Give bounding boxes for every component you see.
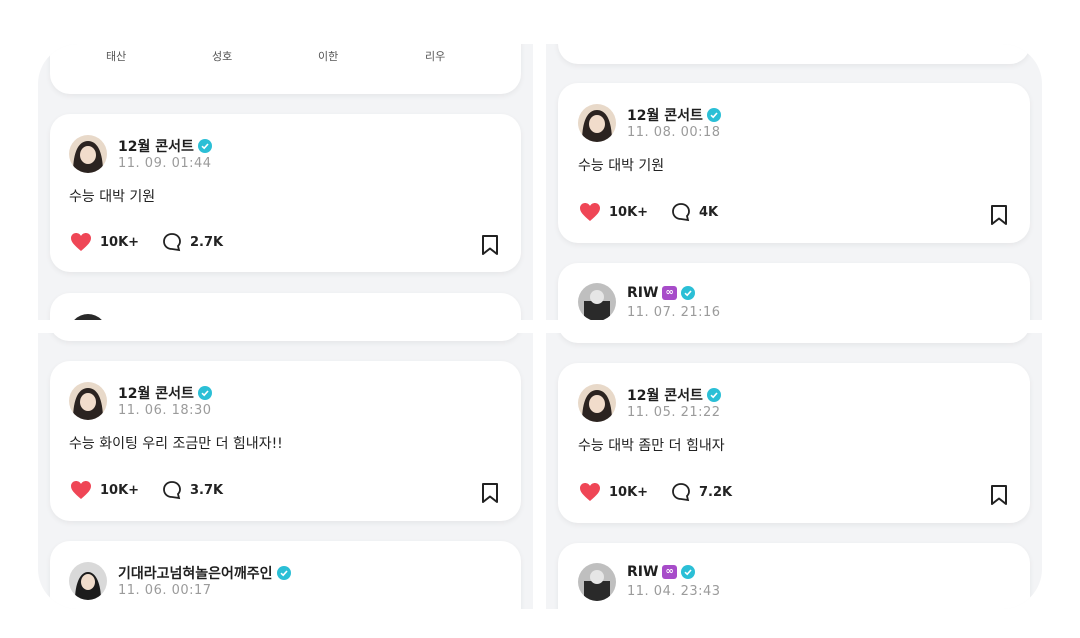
author-name-text: RIW	[627, 285, 659, 301]
member-label[interactable]: 이한	[318, 48, 338, 64]
post-card[interactable]	[558, 44, 1030, 64]
verified-icon	[197, 139, 212, 153]
heart-icon	[71, 481, 91, 499]
like-count: 10K+	[100, 234, 140, 250]
avatar[interactable]	[69, 382, 107, 420]
author-name-text: 12월 콘서트	[118, 139, 194, 155]
badge-icon: ∞	[662, 286, 677, 300]
heart-icon	[580, 483, 600, 501]
avatar[interactable]	[578, 384, 616, 422]
post-card[interactable]	[50, 333, 521, 341]
comment-button[interactable]: 2.7K	[162, 232, 223, 252]
comment-icon	[672, 483, 690, 502]
comment-button[interactable]: 4K	[671, 202, 718, 222]
post-card[interactable]: 기대라고넘혀놀은어깨주인 11. 06. 00:17	[50, 541, 521, 609]
like-button[interactable]: 10K+	[70, 232, 139, 252]
bookmark-icon[interactable]	[481, 234, 499, 256]
feed-panel-bottom-left: 12월 콘서트 11. 06. 18:30 수능 화이팅 우리 조금만 더 힘내…	[38, 333, 533, 609]
verified-icon	[197, 386, 212, 400]
post-text: 수능 대박 기원	[69, 189, 156, 205]
like-button[interactable]: 10K+	[579, 202, 648, 222]
author-name-text: 12월 콘서트	[627, 388, 703, 404]
post-card[interactable]	[558, 333, 1030, 343]
author-name[interactable]: 12월 콘서트	[627, 385, 721, 405]
post-card[interactable]: 12월 콘서트 11. 05. 21:22 수능 대박 좀만 더 힘내자 10K…	[558, 363, 1030, 523]
verified-icon	[706, 388, 721, 402]
like-count: 10K+	[609, 484, 649, 500]
like-button[interactable]: 10K+	[70, 480, 139, 500]
post-card[interactable]: 12월 콘서트 11. 08. 00:18 수능 대박 기원 10K+ 4K	[558, 83, 1030, 243]
like-button[interactable]: 10K+	[579, 482, 648, 502]
post-time: 11. 09. 01:44	[118, 156, 212, 171]
verified-icon	[680, 565, 695, 579]
post-card[interactable]	[50, 293, 521, 320]
member-list-card: 태산 성호 이한 리우	[50, 44, 521, 94]
bookmark-icon[interactable]	[990, 484, 1008, 506]
bookmark-icon[interactable]	[481, 482, 499, 504]
post-card[interactable]: 12월 콘서트 11. 06. 18:30 수능 화이팅 우리 조금만 더 힘내…	[50, 361, 521, 521]
verified-icon	[276, 566, 291, 580]
post-time: 11. 07. 21:16	[627, 305, 721, 320]
heart-icon	[580, 203, 600, 221]
avatar[interactable]	[69, 135, 107, 173]
badge-icon: ∞	[662, 565, 677, 579]
author-name-text: 12월 콘서트	[627, 108, 703, 124]
avatar[interactable]	[578, 283, 616, 320]
comment-count: 4K	[699, 204, 719, 220]
avatar[interactable]	[578, 104, 616, 142]
post-text: 수능 화이팅 우리 조금만 더 힘내자!!	[69, 436, 283, 452]
avatar[interactable]	[69, 314, 107, 320]
comment-icon	[163, 233, 181, 252]
comment-count: 7.2K	[699, 484, 733, 500]
heart-icon	[71, 233, 91, 251]
post-text: 수능 대박 기원	[578, 158, 665, 174]
author-name-text: 12월 콘서트	[118, 386, 194, 402]
like-count: 10K+	[100, 482, 140, 498]
author-name[interactable]: 12월 콘서트	[627, 105, 721, 125]
avatar[interactable]	[578, 563, 616, 601]
post-text: 수능 대박 좀만 더 힘내자	[578, 438, 725, 454]
author-name-text: RIW	[627, 564, 659, 580]
feed-panel-top-left: 태산 성호 이한 리우 12월 콘서트 11. 09. 01:44 수능 대박 …	[38, 44, 533, 320]
post-card[interactable]: RIW ∞ 11. 07. 21:16	[558, 263, 1030, 320]
post-card[interactable]: 12월 콘서트 11. 09. 01:44 수능 대박 기원 10K+ 2.7K	[50, 114, 521, 272]
post-time: 11. 04. 23:43	[627, 584, 721, 599]
member-label[interactable]: 성호	[212, 48, 232, 64]
post-time: 11. 06. 18:30	[118, 403, 212, 418]
author-name[interactable]: RIW ∞	[627, 285, 695, 301]
author-name-text: 기대라고넘혀놀은어깨주인	[118, 566, 273, 582]
comment-count: 2.7K	[190, 234, 224, 250]
comment-count: 3.7K	[190, 482, 224, 498]
like-count: 10K+	[609, 204, 649, 220]
post-time: 11. 05. 21:22	[627, 405, 721, 420]
member-label[interactable]: 리우	[425, 48, 445, 64]
feed-panel-top-right: 12월 콘서트 11. 08. 00:18 수능 대박 기원 10K+ 4K R…	[546, 44, 1042, 320]
post-time: 11. 08. 00:18	[627, 125, 721, 140]
author-name[interactable]: 12월 콘서트	[118, 136, 212, 156]
author-name[interactable]: 12월 콘서트	[118, 383, 212, 403]
comment-button[interactable]: 3.7K	[162, 480, 223, 500]
bookmark-icon[interactable]	[990, 204, 1008, 226]
comment-icon	[163, 481, 181, 500]
avatar[interactable]	[69, 562, 107, 600]
feed-panel-bottom-right: 12월 콘서트 11. 05. 21:22 수능 대박 좀만 더 힘내자 10K…	[546, 333, 1042, 609]
post-card[interactable]: RIW ∞ 11. 04. 23:43	[558, 543, 1030, 609]
author-name[interactable]: 기대라고넘혀놀은어깨주인	[118, 563, 291, 583]
verified-icon	[680, 286, 695, 300]
comment-button[interactable]: 7.2K	[671, 482, 732, 502]
post-time: 11. 06. 00:17	[118, 583, 212, 598]
member-label[interactable]: 태산	[106, 48, 126, 64]
comment-icon	[672, 203, 690, 222]
author-name[interactable]: RIW ∞	[627, 564, 695, 580]
verified-icon	[706, 108, 721, 122]
